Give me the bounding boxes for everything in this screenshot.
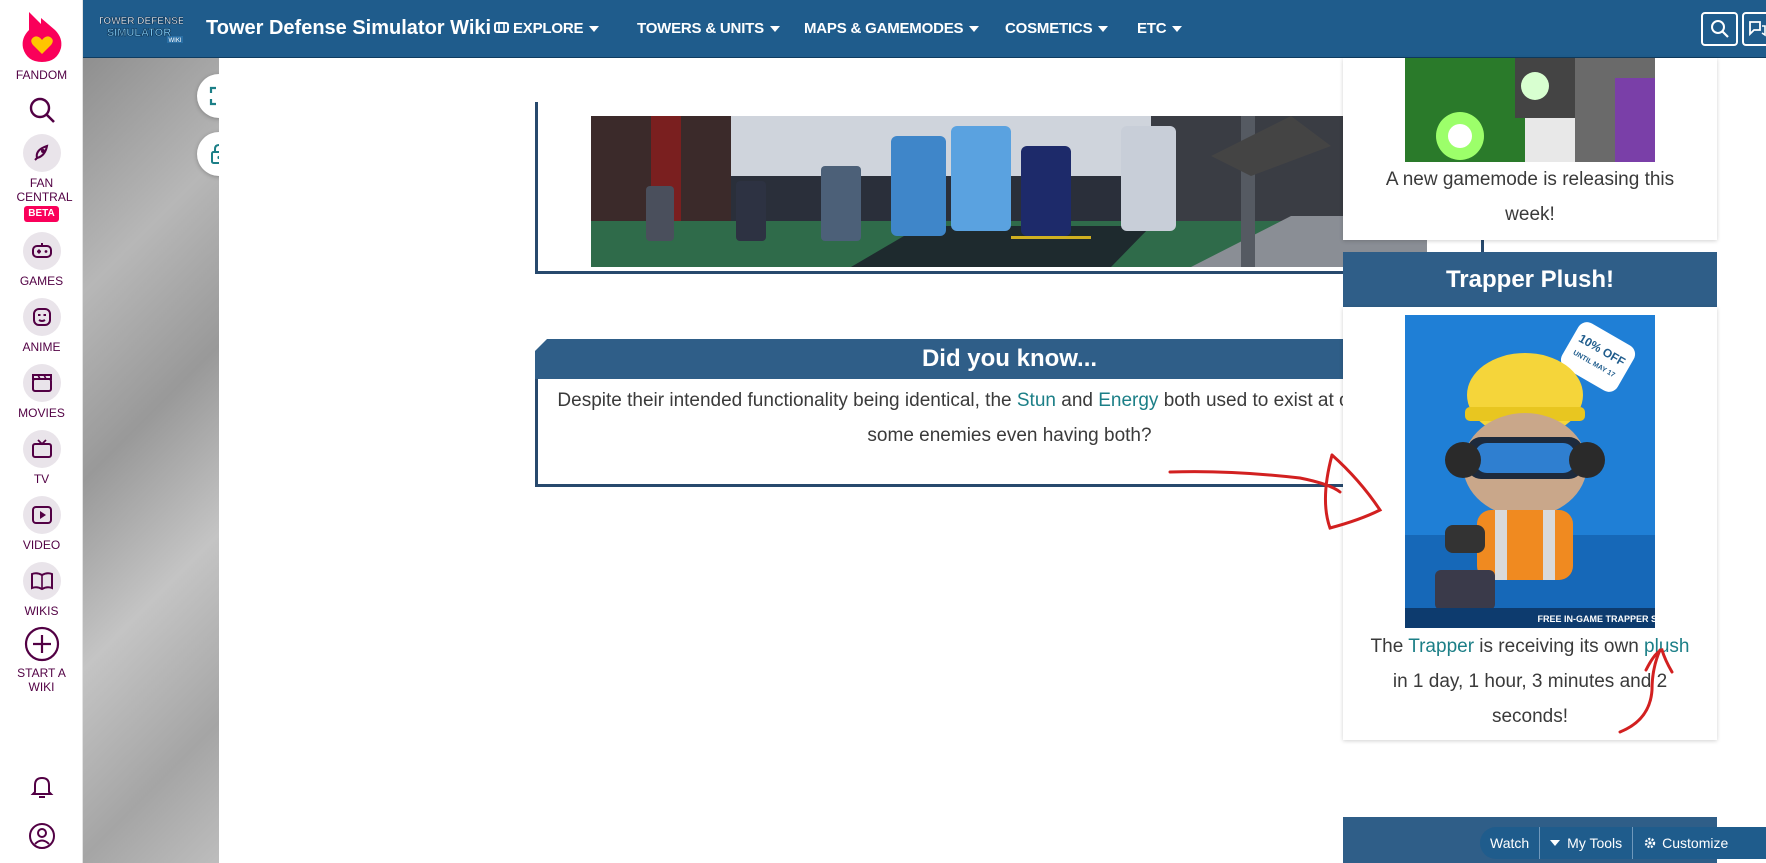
watch-label: Watch <box>1490 835 1530 851</box>
bottom-tools-bar: Watch My Tools Customize <box>1480 827 1766 859</box>
chevron-down-icon <box>969 26 980 33</box>
towers-banner-image <box>591 116 1427 267</box>
did-you-know-heading: Did you know... <box>535 339 1484 379</box>
nav-etc-label: ETC <box>1137 20 1167 37</box>
bell-icon <box>30 776 53 798</box>
wiki-title[interactable]: Tower Defense Simulator Wiki <box>206 17 491 40</box>
svg-text:SIMULATOR: SIMULATOR <box>107 27 171 39</box>
rail-tv[interactable]: TV <box>0 430 83 486</box>
discussions-icon <box>1749 21 1766 37</box>
nav-etc[interactable]: ETC <box>1137 20 1183 37</box>
customize-button[interactable]: Customize <box>1632 827 1738 859</box>
my-tools-button[interactable]: My Tools <box>1539 827 1632 859</box>
countdown-timer: in 1 day, 1 hour, 3 minutes and 2 <box>1392 671 1668 692</box>
rail-movies[interactable]: MOVIES <box>0 364 83 420</box>
fandom-heart-logo <box>22 12 61 62</box>
search-icon <box>29 97 55 123</box>
gamemode-caption: A new gamemode is releasing this week! <box>1343 162 1717 232</box>
rail-label-fan-central: FAN CENTRAL <box>16 176 73 204</box>
rail-games[interactable]: GAMES <box>0 232 83 288</box>
energy-link[interactable]: Energy <box>1098 390 1158 411</box>
trapper-link[interactable]: Trapper <box>1408 636 1474 657</box>
rail-label-movies: MOVIES <box>18 406 65 420</box>
caret-down-icon <box>1550 840 1561 846</box>
svg-text:FREE IN-GAME TRAPPER SKIN: FREE IN-GAME TRAPPER SKIN <box>1537 614 1655 624</box>
rail-label-games: GAMES <box>19 274 64 288</box>
nav-maps-gamemodes-label: MAPS & GAMEMODES <box>804 20 964 37</box>
rail-start-a-wiki[interactable]: START A WIKI <box>0 626 83 694</box>
chevron-down-icon <box>1098 26 1109 33</box>
rail-fan-central[interactable]: FAN CENTRAL BETA <box>0 134 83 222</box>
rail-label-anime: ANIME <box>22 340 61 354</box>
rail-video[interactable]: VIDEO <box>0 496 83 552</box>
gear-icon <box>1644 837 1656 849</box>
rail-label-tv: TV <box>33 472 50 486</box>
nav-maps-gamemodes[interactable]: MAPS & GAMEMODES <box>804 20 980 37</box>
rail-label-fandom: FANDOM <box>15 68 68 82</box>
notifications-button[interactable] <box>0 774 83 804</box>
rail-label-video: VIDEO <box>22 538 61 552</box>
watch-button[interactable]: Watch <box>1480 827 1539 859</box>
customize-label: Customize <box>1662 835 1729 851</box>
trapper-text-part-2: is receiving its own <box>1474 636 1645 657</box>
user-menu-button[interactable] <box>0 822 83 854</box>
tv-icon <box>22 430 61 468</box>
gamemode-caption-line-2: week! <box>1505 204 1555 225</box>
search-button[interactable] <box>1701 12 1738 46</box>
fandom-global-nav: FANDOM FAN CENTRAL BETA GAMES ANIME MOVI… <box>0 0 83 863</box>
anime-face-icon <box>22 298 61 336</box>
rail-label-start-a-wiki: START A WIKI <box>17 666 66 694</box>
search-icon <box>1710 20 1729 38</box>
trapper-text-line-1: The Trapper is receiving its own plush <box>1343 629 1717 664</box>
wiki-top-nav: TOWER DEFENSE SIMULATOR WIKI Tower Defen… <box>83 0 1766 58</box>
play-icon <box>22 496 61 534</box>
wiki-logo[interactable]: TOWER DEFENSE SIMULATOR WIKI <box>100 12 183 44</box>
rail-label-wikis: WIKIS <box>24 604 59 618</box>
wiki-background <box>83 58 219 863</box>
dyk-text-part-1: Despite their intended functionality bei… <box>557 390 1017 411</box>
svg-text:TOWER DEFENSE: TOWER DEFENSE <box>100 16 183 27</box>
trapper-plush-heading: Trapper Plush! <box>1343 252 1717 307</box>
nav-explore[interactable]: EXPLORE <box>494 20 600 37</box>
plush-link[interactable]: plush <box>1644 636 1689 657</box>
clapperboard-icon <box>22 364 61 402</box>
fandom-home-link[interactable]: FANDOM <box>0 10 83 82</box>
did-you-know-text: Despite their intended functionality bei… <box>535 379 1484 487</box>
user-circle-icon <box>28 823 55 849</box>
trapper-plush-card: 10% OFF UNTIL MAY 17 FREE IN-GAME TRAPPE… <box>1343 307 1717 740</box>
explore-icon <box>494 22 509 33</box>
stun-link[interactable]: Stun <box>1017 390 1056 411</box>
gamemode-card: A new gamemode is releasing this week! <box>1343 58 1717 240</box>
chevron-down-icon <box>769 26 780 33</box>
rail-wikis[interactable]: WIKIS <box>0 562 83 618</box>
nav-cosmetics-label: COSMETICS <box>1005 20 1093 37</box>
rail-search[interactable] <box>0 96 83 128</box>
beta-badge: BETA <box>24 206 59 222</box>
chevron-down-icon <box>589 26 600 33</box>
plus-circle-icon <box>24 626 59 662</box>
gamepad-icon <box>22 232 61 270</box>
nav-towers-units[interactable]: TOWERS & UNITS <box>637 20 780 37</box>
book-icon <box>22 562 61 600</box>
trapper-plush-image[interactable]: 10% OFF UNTIL MAY 17 FREE IN-GAME TRAPPE… <box>1405 315 1655 628</box>
gamemode-caption-line-1: A new gamemode is releasing this <box>1385 169 1675 190</box>
rail-anime[interactable]: ANIME <box>0 298 83 354</box>
did-you-know-box: Did you know... Despite their intended f… <box>535 339 1484 487</box>
svg-text:WIKI: WIKI <box>169 38 182 44</box>
chevron-down-icon <box>1172 26 1183 33</box>
countdown-timer-end: seconds! <box>1491 706 1569 727</box>
nav-towers-units-label: TOWERS & UNITS <box>637 20 764 37</box>
trapper-plush-text: The Trapper is receiving its own plush i… <box>1343 629 1717 734</box>
discussions-button[interactable] <box>1742 12 1766 46</box>
nav-explore-label: EXPLORE <box>513 20 584 37</box>
nav-cosmetics[interactable]: COSMETICS <box>1005 20 1109 37</box>
gamemode-image <box>1405 58 1655 162</box>
dyk-text-part-2: and <box>1055 390 1099 411</box>
rocket-icon <box>22 134 61 172</box>
my-tools-label: My Tools <box>1567 835 1623 851</box>
trapper-text-part-1: The <box>1370 636 1409 657</box>
